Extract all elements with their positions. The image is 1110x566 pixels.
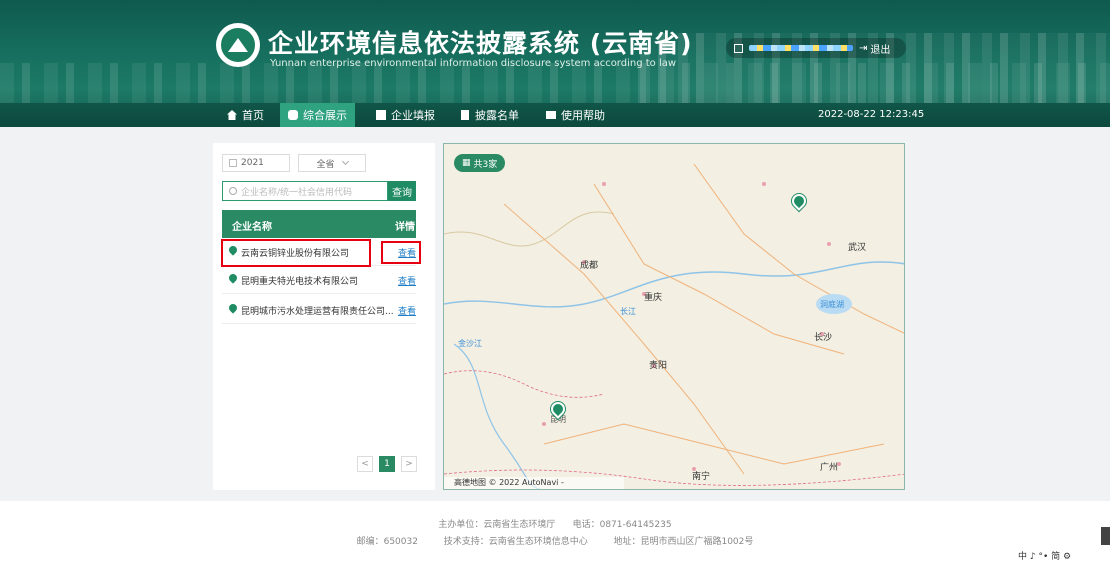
site-footer: 主办单位：云南省生态环境厅 电话：0871-64145235 邮编：650032… <box>0 501 1110 566</box>
list-header: 企业名称 详情 <box>222 210 416 238</box>
site-title: 企业环境信息依法披露系统 (云南省) <box>268 29 693 58</box>
view-detail-link[interactable]: 查看 <box>398 304 416 317</box>
site-header: 企业环境信息依法披露系统 (云南省) Yunnan enterprise env… <box>0 0 1110 127</box>
user-icon <box>734 43 743 53</box>
prev-page-button[interactable]: < <box>357 456 373 472</box>
current-datetime: 2022-08-22 12:23:45 <box>818 109 925 120</box>
list-item[interactable]: 昆明重夫特光电技术有限公司 查看 <box>222 266 416 294</box>
column-header-detail: 详情 <box>395 222 415 233</box>
building-icon: ▦ <box>462 158 471 168</box>
nav-help[interactable]: 使用帮助 <box>538 103 613 127</box>
help-icon <box>546 111 556 119</box>
count-badge: ▦ 共3家 <box>454 154 506 172</box>
page-number-button[interactable]: 1 <box>379 456 395 472</box>
home-icon <box>227 110 237 120</box>
location-pin-icon <box>227 272 239 284</box>
map-label-yangtze: 长江 <box>620 307 636 316</box>
footer-support: 技术支持：云南省生态环境信息中心 <box>443 537 588 547</box>
footer-host: 主办单位：云南省生态环境厅 <box>438 520 556 530</box>
mee-logo-icon <box>216 23 260 67</box>
column-header-name: 企业名称 <box>232 222 272 233</box>
enterprise-name: 昆明城市污水处理运营有限责任公司... <box>241 307 394 317</box>
logout-icon: ⇥ <box>859 42 868 54</box>
nav-label: 使用帮助 <box>561 109 605 122</box>
search-icon <box>229 187 237 195</box>
highlight-box-detail <box>381 241 421 264</box>
region-value: 全省 <box>316 159 335 170</box>
map-label-changsha: 长沙 <box>814 333 833 343</box>
logout-label: 退出 <box>870 44 891 56</box>
map-label-lake: 洞庭湖 <box>820 300 844 309</box>
list-icon <box>461 110 469 120</box>
side-widget[interactable] <box>1101 527 1110 545</box>
nav-label: 披露名单 <box>475 109 519 122</box>
footer-address: 地址：昆明市西山区广福路1002号 <box>613 537 754 547</box>
map-base <box>444 144 904 489</box>
user-name-redacted <box>749 45 853 51</box>
nav-label: 企业填报 <box>391 109 435 122</box>
ime-toolbar[interactable]: 中 ♪ °• 简 ⚙ <box>1018 549 1071 562</box>
footer-postcode: 邮编：650032 <box>356 537 418 547</box>
region-select[interactable]: 全省 <box>298 154 366 172</box>
footer-line-2: 邮编：650032 技术支持：云南省生态环境信息中心 地址：昆明市西山区广福路1… <box>0 534 1110 547</box>
pagination: < 1 > <box>357 456 417 472</box>
map-label-wuhan: 武汉 <box>848 243 867 253</box>
footer-line-1: 主办单位：云南省生态环境厅 电话：0871-64145235 <box>0 517 1110 530</box>
map-label-river: 金沙江 <box>458 339 482 348</box>
map-attribution: 高德地图 © 2022 AutoNavi - GS(2021)6375号 <box>444 477 624 489</box>
logout-button[interactable]: ⇥ 退出 <box>859 41 890 56</box>
enterprise-name: 昆明重夫特光电技术有限公司 <box>241 277 359 287</box>
nav-fill[interactable]: 企业填报 <box>368 103 443 127</box>
search-button[interactable]: 查询 <box>388 181 416 201</box>
view-detail-link[interactable]: 查看 <box>398 274 416 287</box>
year-value: 2021 <box>241 158 264 168</box>
year-picker[interactable]: 2021 <box>222 154 290 172</box>
map-label-chongqing: 重庆 <box>644 293 663 303</box>
highlight-box-name <box>221 239 371 267</box>
search-input[interactable]: 企业名称/统一社会信用代码 <box>222 181 388 201</box>
nav-list[interactable]: 披露名单 <box>452 103 527 127</box>
search-placeholder: 企业名称/统一社会信用代码 <box>241 187 353 198</box>
location-pin-icon <box>227 302 239 314</box>
list-item[interactable]: 昆明城市污水处理运营有限责任公司... 查看 <box>222 296 416 324</box>
nav-display[interactable]: 综合展示 <box>280 103 355 127</box>
site-subtitle: Yunnan enterprise environmental informat… <box>270 58 677 69</box>
display-icon <box>288 110 298 120</box>
main-nav: 首页 综合展示 企业填报 披露名单 使用帮助 2022-08-22 12:23:… <box>0 103 1110 127</box>
count-label: 共3家 <box>473 159 498 170</box>
map-label-chengdu: 成都 <box>580 261 599 271</box>
map-label-nanning: 南宁 <box>692 472 711 482</box>
chevron-down-icon <box>341 157 349 166</box>
user-bar: ⇥ 退出 <box>726 38 906 58</box>
nav-home[interactable]: 首页 <box>219 103 272 127</box>
calendar-icon <box>229 159 237 167</box>
map-label-guiyang: 贵阳 <box>649 361 668 371</box>
map-label-guangzhou: 广州 <box>820 463 839 473</box>
nav-label: 综合展示 <box>303 109 347 122</box>
footer-phone: 电话：0871-64145235 <box>572 520 672 530</box>
edit-icon <box>376 110 386 120</box>
map-view[interactable]: ▦ 共3家 成都 重庆 贵阳 武汉 长沙 南宁 广州 昆明 洞庭湖 金沙江 长江… <box>443 143 905 490</box>
next-page-button[interactable]: > <box>401 456 417 472</box>
page: 企业环境信息依法披露系统 (云南省) Yunnan enterprise env… <box>0 0 1110 566</box>
nav-label: 首页 <box>242 109 264 122</box>
